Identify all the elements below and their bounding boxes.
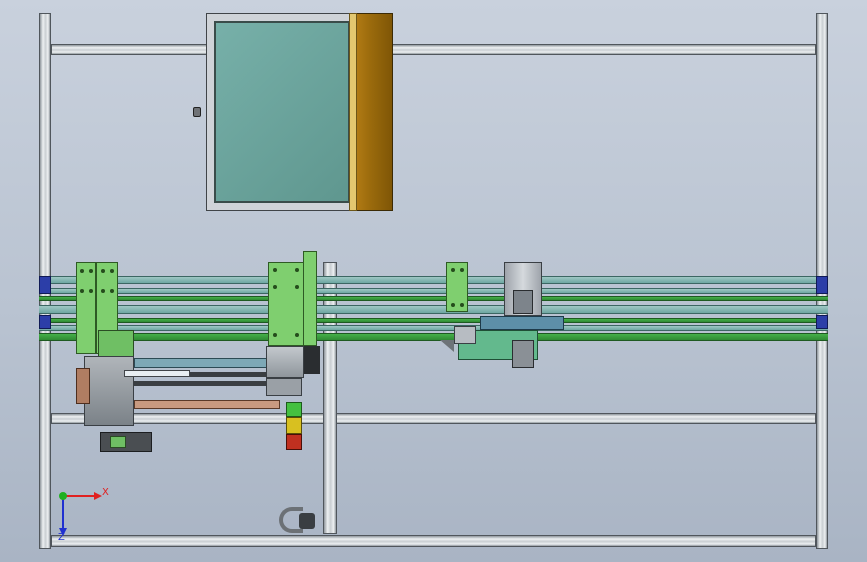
middle-rail	[39, 305, 828, 314]
left-motor-cap	[110, 436, 126, 448]
center-gear-block	[266, 378, 302, 396]
cabinet-door	[356, 13, 393, 211]
rail-end-cap-left-bottom	[39, 315, 51, 329]
frame-beam-bottom	[51, 535, 816, 547]
upper-rail-lower-profile	[39, 288, 828, 294]
center-carriage-plate-b[interactable]	[303, 251, 317, 346]
frame-beam-middle	[51, 413, 816, 424]
frame-beam-top	[51, 44, 816, 55]
cabinet-window	[214, 21, 350, 203]
left-motor[interactable]	[100, 432, 152, 452]
center-carriage-plate-a[interactable]	[268, 262, 304, 346]
triad-x-label: X	[102, 487, 109, 498]
center-motor-housing[interactable]	[266, 346, 304, 378]
rail-end-cap-right-top	[816, 276, 828, 294]
door-hinge-strip	[349, 13, 357, 211]
right-gripper-base[interactable]	[480, 316, 564, 330]
right-bracket-angle	[440, 340, 454, 352]
triad-z-label: Z	[58, 532, 65, 543]
arm-cylinder[interactable]	[124, 370, 190, 377]
rail-end-cap-left-top	[39, 276, 51, 294]
rail-end-cap-right-bottom	[816, 315, 828, 329]
upper-rail	[39, 276, 828, 284]
left-bracket-copper	[76, 368, 90, 404]
left-carriage-plate-a[interactable]	[76, 262, 96, 354]
right-carriage-plate[interactable]	[446, 262, 468, 312]
coordinate-triad-icon: X Z	[54, 484, 114, 544]
tower-light-red	[286, 434, 302, 450]
horizontal-arm-bracket	[134, 400, 280, 409]
right-cylinder	[512, 340, 534, 368]
green-rail-bottom	[39, 333, 828, 341]
tower-light-yellow	[286, 417, 302, 434]
green-rail-top	[39, 296, 828, 301]
model-viewport[interactable]: X Z	[0, 0, 867, 562]
right-slide-block	[513, 290, 533, 314]
horizontal-arm-rail-mid	[134, 381, 284, 386]
cabinet-handle-bottom-icon[interactable]	[279, 507, 319, 533]
cabinet-handle-icon[interactable]	[193, 107, 201, 117]
lower-rail	[39, 325, 828, 331]
right-sensor-block	[454, 326, 476, 344]
green-rail-middle	[39, 318, 828, 323]
horizontal-arm-rail-top	[134, 358, 284, 368]
tower-light-green	[286, 402, 302, 417]
center-motor-dark	[304, 346, 320, 374]
control-cabinet[interactable]	[193, 13, 393, 211]
frame-post-center	[323, 262, 337, 534]
left-gripper-body[interactable]	[84, 356, 134, 426]
